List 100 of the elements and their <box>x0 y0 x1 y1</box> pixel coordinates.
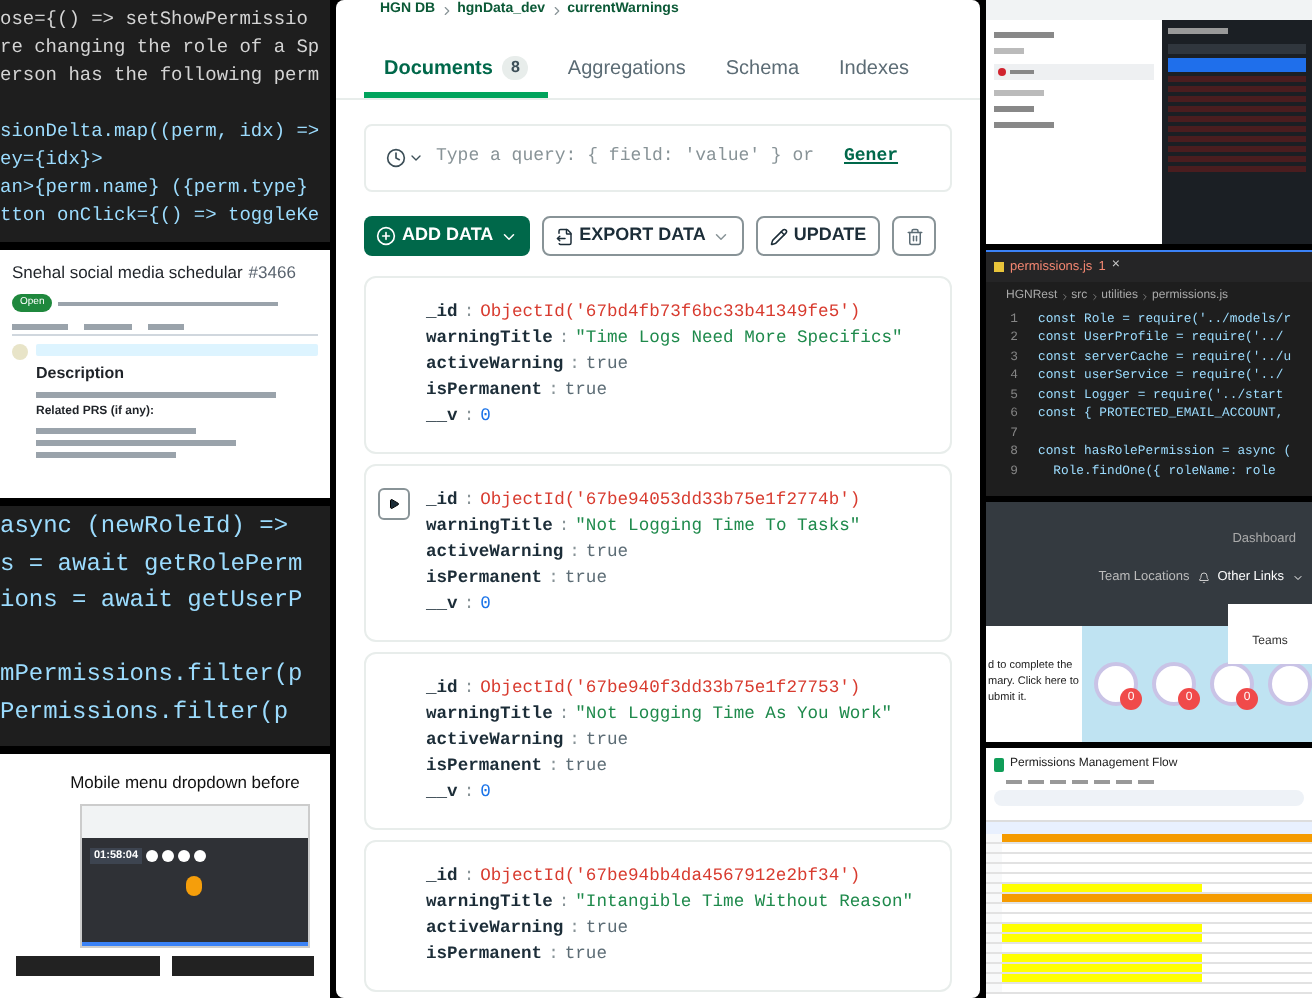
issue-title: Snehal social media schedular <box>12 260 243 286</box>
export-icon <box>555 227 574 245</box>
field-key: _id <box>426 864 458 890</box>
field-key: __v <box>426 404 458 430</box>
field-key: __v <box>426 780 458 806</box>
field-key: _id <box>426 676 458 702</box>
screenshot-thumbnail <box>171 955 314 976</box>
field-key: activeWarning <box>426 728 564 754</box>
colon: : <box>463 488 475 514</box>
field-key: warningTitle <box>426 890 553 916</box>
code-line: ose={() => setShowPermissio <box>0 6 308 34</box>
badge-icon <box>1152 662 1196 706</box>
field-value: "Intangible Time Without Reason" <box>575 890 914 916</box>
tab[interactable]: Indexes <box>819 44 930 98</box>
chevron-icon <box>1089 291 1100 301</box>
code-line: an>{perm.name} ({perm.type} <box>0 174 308 202</box>
field-value: true <box>564 942 607 968</box>
caret-icon <box>408 150 424 166</box>
code-line: async (newRoleId) => <box>0 510 289 544</box>
export-data-button[interactable]: EXPORT DATA <box>541 216 744 256</box>
code-line: tton onClick={() => toggleKe <box>0 202 320 230</box>
colon: : <box>463 780 475 806</box>
field-key: warningTitle <box>426 326 553 352</box>
code-line: re changing the role of a Sp <box>0 34 320 62</box>
field-value: true <box>585 728 629 754</box>
chevron-icon <box>1059 291 1070 301</box>
field-value: "Not Logging Time As You Work" <box>575 702 893 728</box>
code-line: ey={idx}> <box>0 146 103 174</box>
field-key: isPermanent <box>426 754 543 780</box>
bell-icon[interactable] <box>1197 571 1210 584</box>
play-icon <box>388 498 400 510</box>
field-value: ObjectId('67be94bb4da4567912e2bf34') <box>480 864 861 890</box>
field-value: 0 <box>480 780 491 806</box>
avatar <box>12 344 28 361</box>
clock-icon <box>386 148 406 168</box>
generate-link[interactable]: Gener <box>844 144 899 172</box>
chevron-icon <box>1140 291 1151 301</box>
colon: : <box>548 754 559 780</box>
colon: : <box>569 728 580 754</box>
caret-icon <box>1292 571 1304 584</box>
badge-icon <box>1094 662 1138 706</box>
tab[interactable]: Aggregations <box>547 44 706 98</box>
query-bar[interactable]: Type a query: { field: 'value' } or Gener <box>364 124 952 192</box>
colon: : <box>463 592 475 618</box>
colon: : <box>548 942 559 968</box>
field-value: ObjectId('67be94053dd33b75e1f2774b') <box>480 488 861 514</box>
js-file-icon <box>994 262 1004 272</box>
history-button[interactable] <box>386 148 424 168</box>
chevron-icon <box>439 3 454 17</box>
caption: Mobile menu dropdown before <box>70 770 300 796</box>
update-button[interactable]: UPDATE <box>755 216 881 256</box>
field-value: 0 <box>480 404 491 430</box>
field-key: isPermanent <box>426 566 543 592</box>
field-value: ObjectId('67be940f3dd33b75e1f27753') <box>480 676 861 702</box>
colon: : <box>548 566 559 592</box>
code-line: Permissions.filter(p <box>0 695 289 729</box>
field-key: isPermanent <box>426 942 543 968</box>
colon: : <box>558 890 570 916</box>
field-key: warningTitle <box>426 514 553 540</box>
avatar <box>186 876 202 896</box>
code-line: mPermissions.filter(p <box>0 658 303 692</box>
field-value: true <box>564 566 607 592</box>
add-data-button[interactable]: ADD DATA <box>364 216 530 256</box>
colon: : <box>463 676 475 702</box>
code-line: sionDelta.map((perm, idx) => <box>0 118 320 146</box>
code-line: erson has the following perm <box>0 62 320 90</box>
field-key: _id <box>426 488 458 514</box>
colon: : <box>463 864 475 890</box>
colon: : <box>463 404 475 430</box>
colon: : <box>558 702 570 728</box>
field-value: 0 <box>480 592 491 618</box>
colon: : <box>558 326 570 352</box>
text-line-placeholder <box>36 452 176 459</box>
field-value: true <box>585 540 629 566</box>
control-icons-drawing <box>146 849 207 862</box>
query-input[interactable]: Type a query: { field: 'value' } or <box>436 144 832 172</box>
colon: : <box>558 514 570 540</box>
field-key: __v <box>426 592 458 618</box>
colon: : <box>548 378 559 404</box>
count-badge: 8 <box>502 56 528 80</box>
expand-button[interactable] <box>378 488 410 520</box>
delete-button[interactable] <box>892 216 937 256</box>
sheets-icon <box>994 758 1004 772</box>
field-value: "Time Logs Need More Specifics" <box>575 326 903 352</box>
issue-number: #3466 <box>248 260 296 286</box>
field-key: _id <box>426 300 458 326</box>
pencil-icon <box>769 227 788 245</box>
screenshot-thumbnail <box>16 955 159 976</box>
field-value: true <box>564 754 607 780</box>
code-line: ions = await getUserP <box>0 584 303 618</box>
field-key: activeWarning <box>426 540 564 566</box>
colon: : <box>569 916 580 942</box>
section-heading: Description <box>36 362 125 387</box>
plus-icon <box>376 226 396 246</box>
tab[interactable]: Documents 8 <box>364 44 548 98</box>
field-key: activeWarning <box>426 916 564 942</box>
tab[interactable]: Schema <box>705 44 820 98</box>
field-key: activeWarning <box>426 352 564 378</box>
field-value: true <box>585 352 629 378</box>
code-line: s = await getRolePerm <box>0 547 303 581</box>
